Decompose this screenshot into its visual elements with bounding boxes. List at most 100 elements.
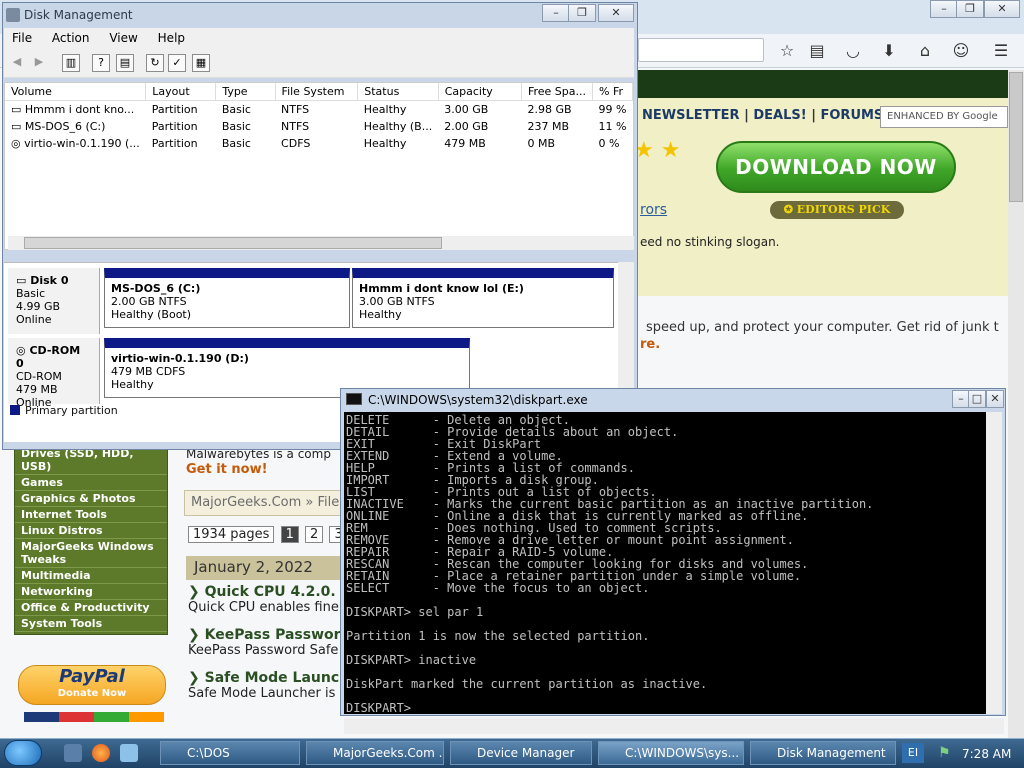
task-device-manager[interactable]: Device Manager [450, 741, 592, 765]
volume-list-hscroll-thumb[interactable] [24, 237, 442, 249]
taskbar-clock[interactable]: 7:28 AM [962, 747, 1011, 761]
forward-arrow-icon[interactable]: ▶ [30, 54, 48, 72]
dm-menubar: File Action View Help [4, 28, 634, 50]
get-it-now-link[interactable]: Get it now! [186, 462, 268, 477]
network-icon[interactable]: ⚑ [938, 745, 951, 761]
category-graphics[interactable]: Graphics & Photos [15, 491, 167, 507]
category-multimedia[interactable]: Multimedia [15, 568, 167, 584]
category-system[interactable]: System Tools [15, 616, 167, 632]
table-row[interactable]: ▭ Hmmm i dont kno... Partition Basic NTF… [5, 101, 633, 119]
browser-minimize-button[interactable]: – [930, 0, 958, 18]
settings-icon[interactable]: ▦ [192, 54, 210, 72]
task-dos[interactable]: C:\DOS [160, 741, 300, 765]
console-tree-icon[interactable]: ▥ [62, 54, 80, 72]
date-header: January 2, 2022 [186, 556, 346, 580]
editors-pick-badge: ✪ EDITORS PICK [770, 201, 904, 219]
category-linux[interactable]: Linux Distros [15, 523, 167, 539]
col-filesystem[interactable]: File System [275, 83, 359, 101]
home-icon[interactable]: ⌂ [914, 41, 936, 61]
category-drives[interactable]: Drives (SSD, HDD, USB) [15, 446, 167, 475]
dm-close-button[interactable]: ✕ [598, 4, 634, 22]
menu-file[interactable]: File [4, 28, 40, 48]
address-bar[interactable] [638, 38, 764, 62]
partition-e[interactable]: Hmmm i dont know lol (E:) 3.00 GB NTFS H… [352, 268, 614, 328]
disk0-label[interactable]: ▭ Disk 0 Basic 4.99 GB Online [8, 268, 100, 334]
col-status[interactable]: Status [357, 83, 439, 101]
article-title[interactable]: ❯ KeePass Password [188, 627, 340, 643]
site-search-input[interactable]: ENHANCED BY Google [880, 106, 1008, 128]
rescan-icon[interactable]: ✓ [168, 54, 186, 72]
nav-forums[interactable]: FORUMS [821, 108, 884, 123]
category-internet[interactable]: Internet Tools [15, 507, 167, 523]
nav-newsletter[interactable]: NEWSLETTER [642, 108, 740, 123]
menu-icon[interactable]: ☰ [990, 41, 1012, 61]
cell: Partition [151, 120, 198, 133]
cell-volume-text: Hmmm i dont kno... [24, 103, 135, 116]
console-app-icon [346, 393, 362, 405]
task-majorgeeks[interactable]: MajorGeeks.Com ... [306, 741, 444, 765]
console-maximize-button[interactable]: □ [968, 390, 986, 408]
task-disk-management[interactable]: Disk Management [750, 741, 896, 765]
article-title[interactable]: ❯ Safe Mode Launch [188, 670, 340, 686]
col-percent-free[interactable]: % Fr [592, 83, 633, 101]
console-close-button[interactable]: ✕ [986, 390, 1004, 408]
col-volume[interactable]: Volume [5, 83, 147, 101]
browser-maximize-button[interactable]: ❐ [956, 0, 984, 18]
help-icon[interactable]: ? [92, 54, 110, 72]
browser-scrollbar-thumb[interactable] [1009, 72, 1023, 202]
task-diskpart[interactable]: C:\WINDOWS\sys... [598, 741, 744, 765]
dm-maximize-button[interactable]: ❐ [568, 4, 596, 22]
site-breadcrumb[interactable]: MajorGeeks.Com » Files [184, 490, 344, 516]
quicklaunch-icon[interactable] [120, 744, 138, 762]
table-row[interactable]: ◎ virtio-win-0.1.190 (... Partition Basi… [5, 135, 633, 152]
menu-help[interactable]: Help [150, 28, 193, 48]
col-type[interactable]: Type [215, 83, 276, 101]
partition-name: Hmmm i dont know lol (E:) [359, 282, 524, 295]
browser-close-button[interactable]: ✕ [984, 0, 1020, 18]
article-title-text[interactable]: Quick CPU 4.2.0. [205, 584, 336, 600]
download-now-button[interactable]: DOWNLOAD NOW [716, 141, 956, 193]
article-title-text[interactable]: KeePass Password [205, 627, 340, 643]
console-output[interactable]: DELETE - Delete an object. DETAIL - Prov… [344, 412, 986, 714]
smiley-icon[interactable]: ☺ [950, 41, 972, 61]
menu-view[interactable]: View [101, 28, 145, 48]
primary-partition-swatch [10, 405, 20, 415]
partition-c[interactable]: MS-DOS_6 (C:) 2.00 GB NTFS Healthy (Boot… [104, 268, 350, 328]
article-title[interactable]: ❯ Quick CPU 4.2.0. [188, 584, 340, 600]
promo-link[interactable]: re. [640, 337, 660, 352]
article-title-text[interactable]: Safe Mode Launch [205, 670, 340, 686]
page-1[interactable]: 1 [280, 526, 299, 543]
language-indicator[interactable]: EI [902, 743, 924, 763]
dm-minimize-button[interactable]: – [542, 4, 570, 22]
col-capacity[interactable]: Capacity [438, 83, 522, 101]
firefox-icon[interactable] [92, 744, 110, 762]
table-row[interactable]: ▭ MS-DOS_6 (C:) Partition Basic NTFS Hea… [5, 118, 633, 135]
partition-name: MS-DOS_6 (C:) [111, 282, 201, 295]
refresh-icon[interactable]: ↻ [146, 54, 164, 72]
properties-icon[interactable]: ▤ [116, 54, 134, 72]
errors-link[interactable]: rors [640, 202, 667, 218]
back-arrow-icon[interactable]: ◀ [8, 54, 26, 72]
category-office[interactable]: Office & Productivity [15, 600, 167, 616]
cdrom0-label[interactable]: ◎ CD-ROM 0 CD-ROM 479 MB Online [8, 338, 100, 409]
category-games[interactable]: Games [15, 475, 167, 491]
category-networking[interactable]: Networking [15, 584, 167, 600]
category-tweaks[interactable]: MajorGeeks Windows Tweaks [15, 539, 167, 568]
cell: Basic [221, 103, 251, 116]
page-2[interactable]: 2 [305, 526, 324, 543]
pocket-icon[interactable]: ◡ [842, 41, 864, 61]
console-hscroll[interactable] [344, 718, 1004, 734]
partition-fs: 3.00 GB NTFS [359, 295, 435, 308]
cell-volume-text: MS-DOS_6 (C:) [24, 120, 106, 133]
download-icon[interactable]: ⬇ [878, 41, 900, 61]
console-vscroll[interactable] [986, 412, 1002, 714]
col-layout[interactable]: Layout [145, 83, 217, 101]
menu-action[interactable]: Action [44, 28, 98, 48]
paypal-donate-button[interactable]: PayPal Donate Now [18, 665, 166, 705]
bookmark-star-icon[interactable]: ☆ [776, 41, 798, 61]
col-free-space[interactable]: Free Spa... [521, 83, 594, 101]
nav-deals[interactable]: DEALS! [753, 108, 806, 123]
reader-icon[interactable]: ▤ [806, 41, 828, 61]
start-button[interactable] [4, 740, 42, 766]
show-desktop-icon[interactable] [64, 744, 82, 762]
